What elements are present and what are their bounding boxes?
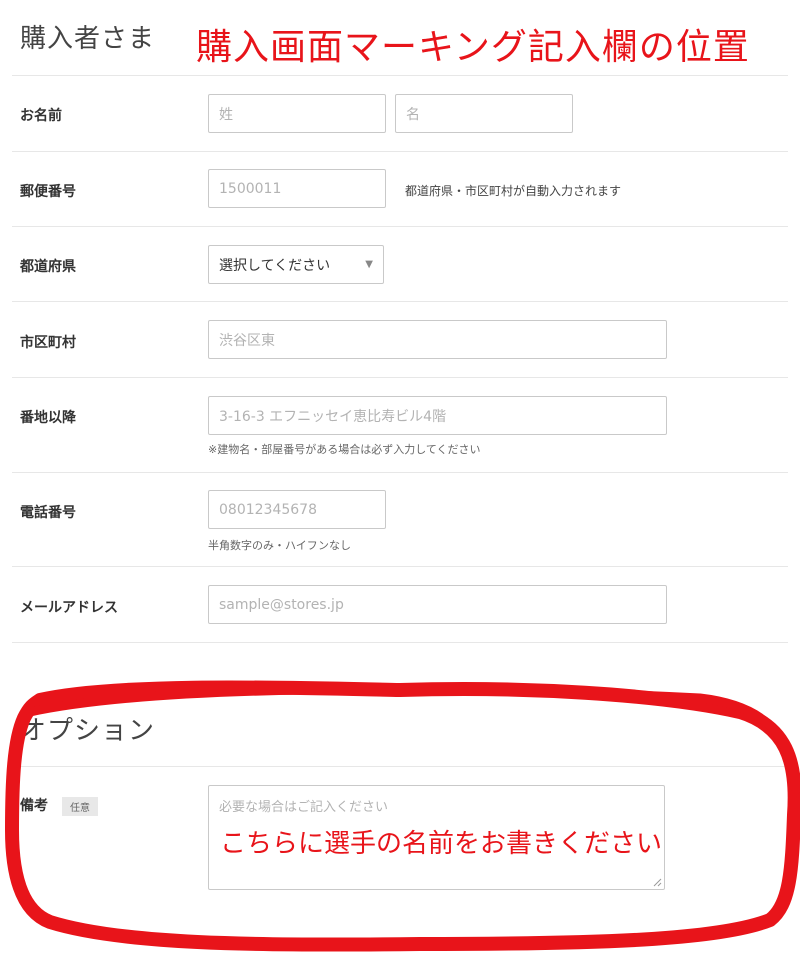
annotation-red-circle bbox=[5, 680, 800, 952]
